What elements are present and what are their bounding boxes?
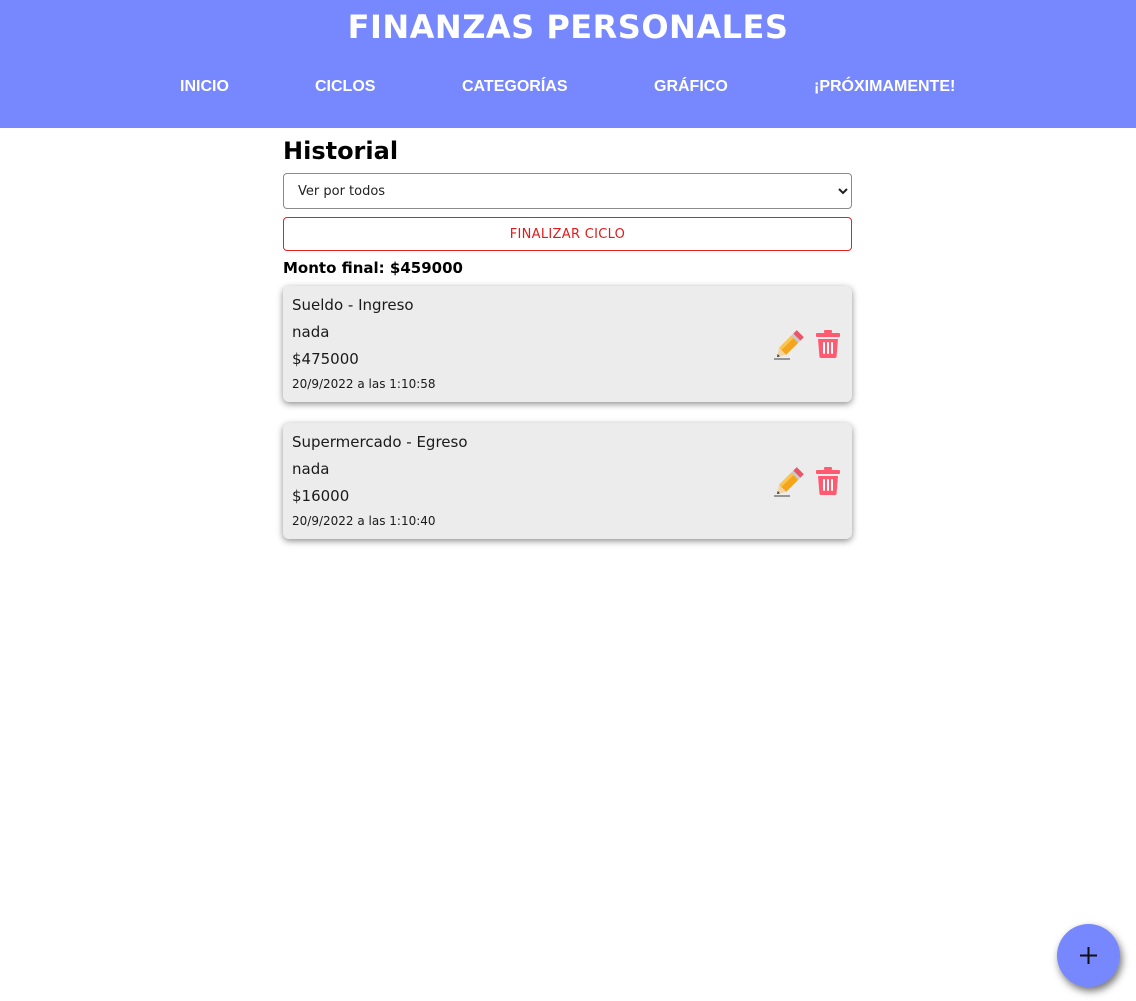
edit-button[interactable] <box>772 465 806 499</box>
transaction-title: Sueldo - Ingreso <box>292 296 414 314</box>
pencil-icon <box>774 467 804 497</box>
transaction-date: 20/9/2022 a las 1:10:40 <box>292 514 436 528</box>
transaction-amount: $16000 <box>292 487 350 505</box>
edit-button[interactable] <box>772 328 806 362</box>
finish-cycle-button[interactable]: FINALIZAR CICLO <box>283 217 852 251</box>
delete-button[interactable] <box>815 466 841 496</box>
nav-link-inicio[interactable]: INICIO <box>180 76 229 98</box>
transaction-card: Supermercado - Egreso nada $16000 20/9/2… <box>283 423 852 539</box>
site-title: FINANZAS PERSONALES <box>347 8 789 46</box>
transaction-amount: $475000 <box>292 350 359 368</box>
trash-icon <box>816 467 840 495</box>
delete-button[interactable] <box>815 329 841 359</box>
nav-link-proximamente[interactable]: ¡PRÓXIMAMENTE! <box>814 76 955 98</box>
trash-icon <box>816 330 840 358</box>
pencil-icon <box>774 330 804 360</box>
transaction-date: 20/9/2022 a las 1:10:58 <box>292 377 436 391</box>
plus-icon <box>1080 947 1097 964</box>
add-transaction-button[interactable] <box>1057 924 1120 987</box>
transaction-card: Sueldo - Ingreso nada $475000 20/9/2022 … <box>283 286 852 402</box>
transaction-description: nada <box>292 323 330 341</box>
transaction-description: nada <box>292 460 330 478</box>
filter-select[interactable]: Ver por todos <box>283 173 852 209</box>
nav-link-ciclos[interactable]: CICLOS <box>315 76 375 98</box>
nav-link-categorias[interactable]: CATEGORÍAS <box>462 76 567 98</box>
app-header: FINANZAS PERSONALES INICIO CICLOS CATEGO… <box>0 0 1136 128</box>
section-title: Historial <box>283 137 399 165</box>
nav-link-grafico[interactable]: GRÁFICO <box>654 76 728 98</box>
final-amount: Monto final: $459000 <box>283 259 463 277</box>
transaction-title: Supermercado - Egreso <box>292 433 468 451</box>
